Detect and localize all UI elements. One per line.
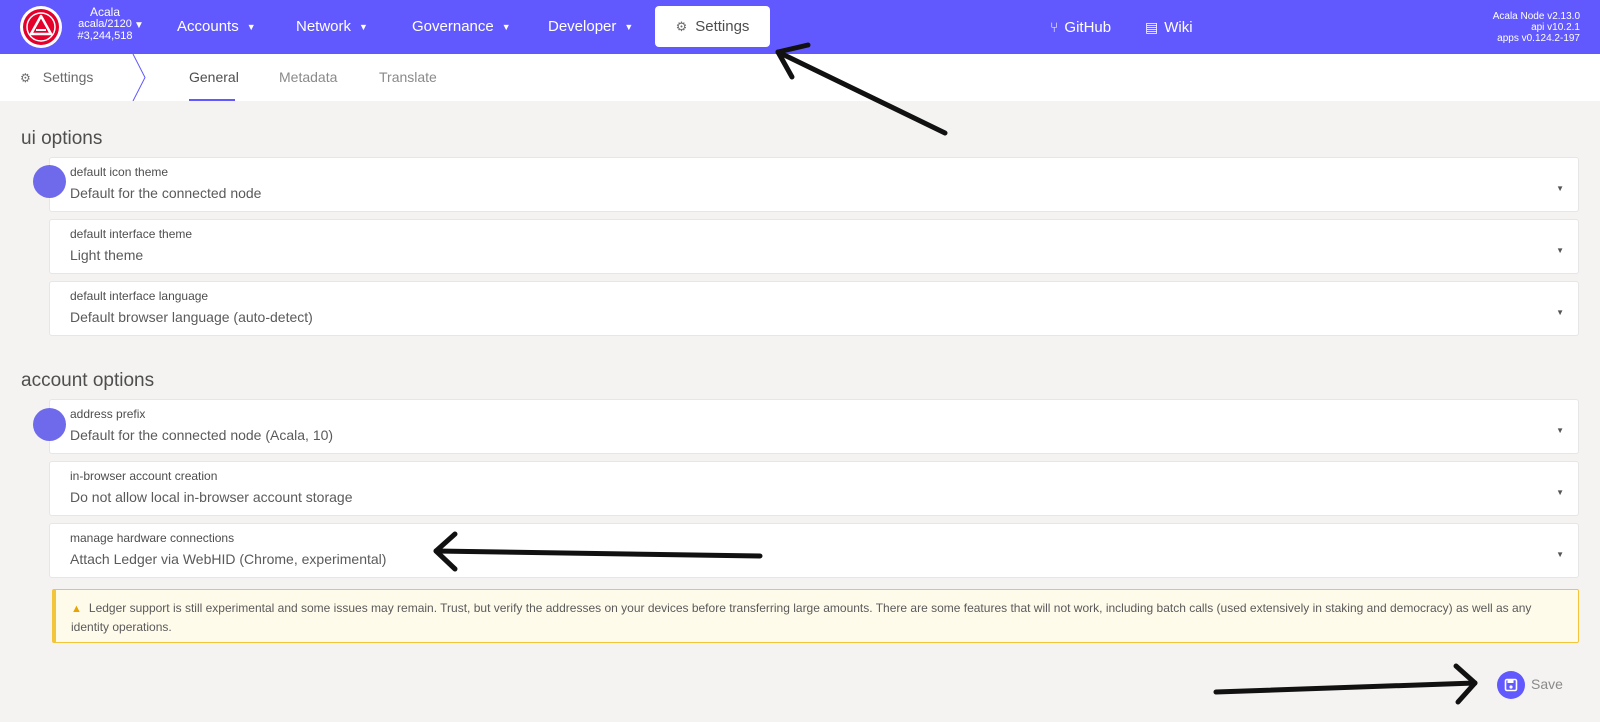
node-version: Acala Node v2.13.0 [1492, 11, 1580, 22]
field-label: default interface language [70, 289, 209, 303]
section-title-account-options: account options [21, 370, 155, 391]
ledger-warning: ▲ Ledger support is still experimental an… [52, 589, 1579, 643]
annotation-arrow-save [1213, 663, 1478, 705]
identicon-placeholder [33, 408, 66, 441]
chain-selector[interactable]: Acala acala/2120 #3,244,518 [75, 6, 135, 42]
identicon-placeholder [33, 165, 66, 198]
save-button[interactable]: Save [1497, 670, 1563, 700]
field-value: Attach Ledger via WebHID (Chrome, experi… [70, 551, 387, 567]
dropdown-interface-theme[interactable]: default interface theme Light theme ▼ [49, 219, 1579, 274]
field-value: Default for the connected node [70, 185, 262, 201]
caret-down-icon: ▼ [246, 22, 256, 32]
caret-down-icon: ▼ [1556, 246, 1564, 255]
top-navbar: Acala acala/2120 #3,244,518 ▼ Accounts ▼ … [0, 0, 1600, 54]
caret-down-icon: ▼ [1556, 550, 1564, 559]
wiki-link[interactable]: ▤ Wiki [1145, 0, 1193, 54]
field-value: Default browser language (auto-detect) [70, 309, 313, 325]
field-label: in-browser account creation [70, 469, 218, 483]
caret-down-icon: ▼ [1556, 426, 1564, 435]
code-branch-icon: ⑂ [1050, 19, 1059, 35]
nav-settings-label: Settings [695, 18, 750, 35]
book-icon: ▤ [1145, 19, 1159, 35]
version-info: Acala Node v2.13.0 api v10.2.1 apps v0.1… [1493, 11, 1580, 44]
section-title-ui-options: ui options [21, 128, 103, 149]
nav-governance[interactable]: Governance ▼ [412, 0, 511, 54]
dropdown-address-prefix[interactable]: address prefix Default for the connected… [49, 399, 1579, 454]
nav-network-label: Network [296, 18, 352, 35]
warning-triangle-icon: ▲ [71, 603, 82, 615]
field-value: Default for the connected node (Acala, 1… [70, 427, 334, 443]
gears-icon: ⚙ [20, 71, 31, 85]
acala-logo[interactable] [20, 6, 62, 48]
save-label: Save [1531, 676, 1563, 692]
dropdown-account-creation[interactable]: in-browser account creation Do not allow… [49, 461, 1579, 516]
caret-down-icon: ▼ [359, 22, 368, 32]
field-label: manage hardware connections [70, 531, 235, 545]
nav-developer[interactable]: Developer ▼ [548, 0, 633, 54]
nav-accounts[interactable]: Accounts ▼ [177, 0, 256, 54]
wiki-label: Wiki [1164, 19, 1193, 36]
chain-caret-down-icon[interactable]: ▼ [134, 20, 144, 31]
tab-translate[interactable]: Translate [379, 54, 437, 101]
caret-down-icon: ▼ [1556, 308, 1564, 317]
field-value: Do not allow local in-browser account st… [70, 489, 353, 505]
dropdown-icon-theme[interactable]: default icon theme Default for the conne… [49, 157, 1579, 212]
nav-governance-label: Governance [412, 18, 494, 35]
field-label: default icon theme [70, 165, 169, 179]
caret-down-icon: ▼ [501, 22, 511, 32]
caret-down-icon: ▼ [624, 22, 634, 32]
nav-developer-label: Developer [548, 18, 617, 35]
active-tab-indicator [189, 99, 235, 101]
nav-network[interactable]: Network ▼ [296, 0, 368, 54]
chain-spec: acala/2120 [78, 18, 132, 30]
caret-down-icon: ▼ [1556, 184, 1564, 193]
nav-settings[interactable]: ⚙ Settings [655, 6, 770, 47]
gears-icon: ⚙ [675, 19, 688, 34]
tab-general[interactable]: General [189, 54, 239, 101]
field-value: Light theme [70, 247, 144, 263]
field-label: address prefix [70, 407, 146, 421]
apps-version: apps v0.124.2-197 [1497, 33, 1580, 44]
dropdown-interface-language[interactable]: default interface language Default brows… [49, 281, 1579, 336]
subnav-title: ⚙ Settings [20, 54, 93, 101]
dropdown-hardware-connections[interactable]: manage hardware connections Attach Ledge… [49, 523, 1579, 578]
save-icon [1497, 671, 1525, 700]
github-label: GitHub [1064, 19, 1112, 36]
warning-text: Ledger support is still experimental and… [71, 601, 1532, 634]
api-version: api v10.2.1 [1531, 22, 1580, 33]
field-label: default interface theme [70, 227, 193, 241]
tab-metadata[interactable]: Metadata [279, 54, 337, 101]
breadcrumb-divider [132, 54, 146, 101]
nav-accounts-label: Accounts [177, 18, 239, 35]
chain-name: Acala [89, 5, 121, 19]
caret-down-icon: ▼ [1556, 488, 1564, 497]
subnav-title-label: Settings [42, 69, 94, 85]
block-number: #3,244,518 [77, 30, 133, 42]
github-link[interactable]: ⑂ GitHub [1050, 0, 1111, 54]
settings-subnav: ⚙ Settings General Metadata Translate [0, 54, 1600, 101]
